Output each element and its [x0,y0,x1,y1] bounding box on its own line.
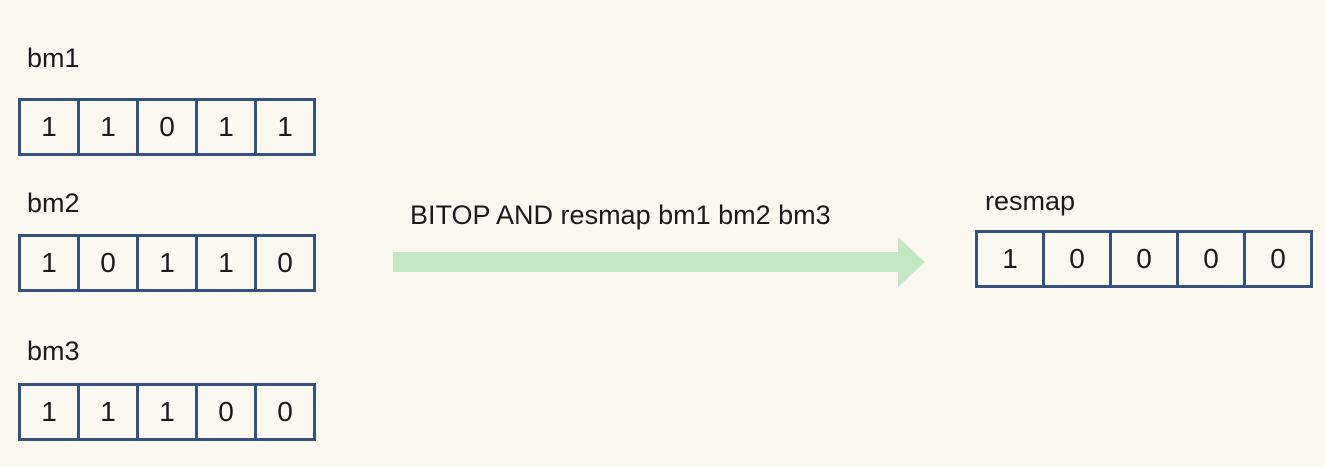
resmap-bit-4: 0 [1243,230,1313,288]
resmap-bit-3: 0 [1176,230,1246,288]
resmap-label: resmap [985,186,1076,216]
arrow-right-icon [393,237,925,287]
resmap-bit-2: 0 [1109,230,1179,288]
resmap-bit-row: 1 0 0 0 0 [975,230,1313,288]
resmap-bit-0: 1 [975,230,1045,288]
bitop-command-label: BITOP AND resmap bm1 bm2 bm3 [410,200,831,230]
resmap-bit-1: 0 [1042,230,1112,288]
